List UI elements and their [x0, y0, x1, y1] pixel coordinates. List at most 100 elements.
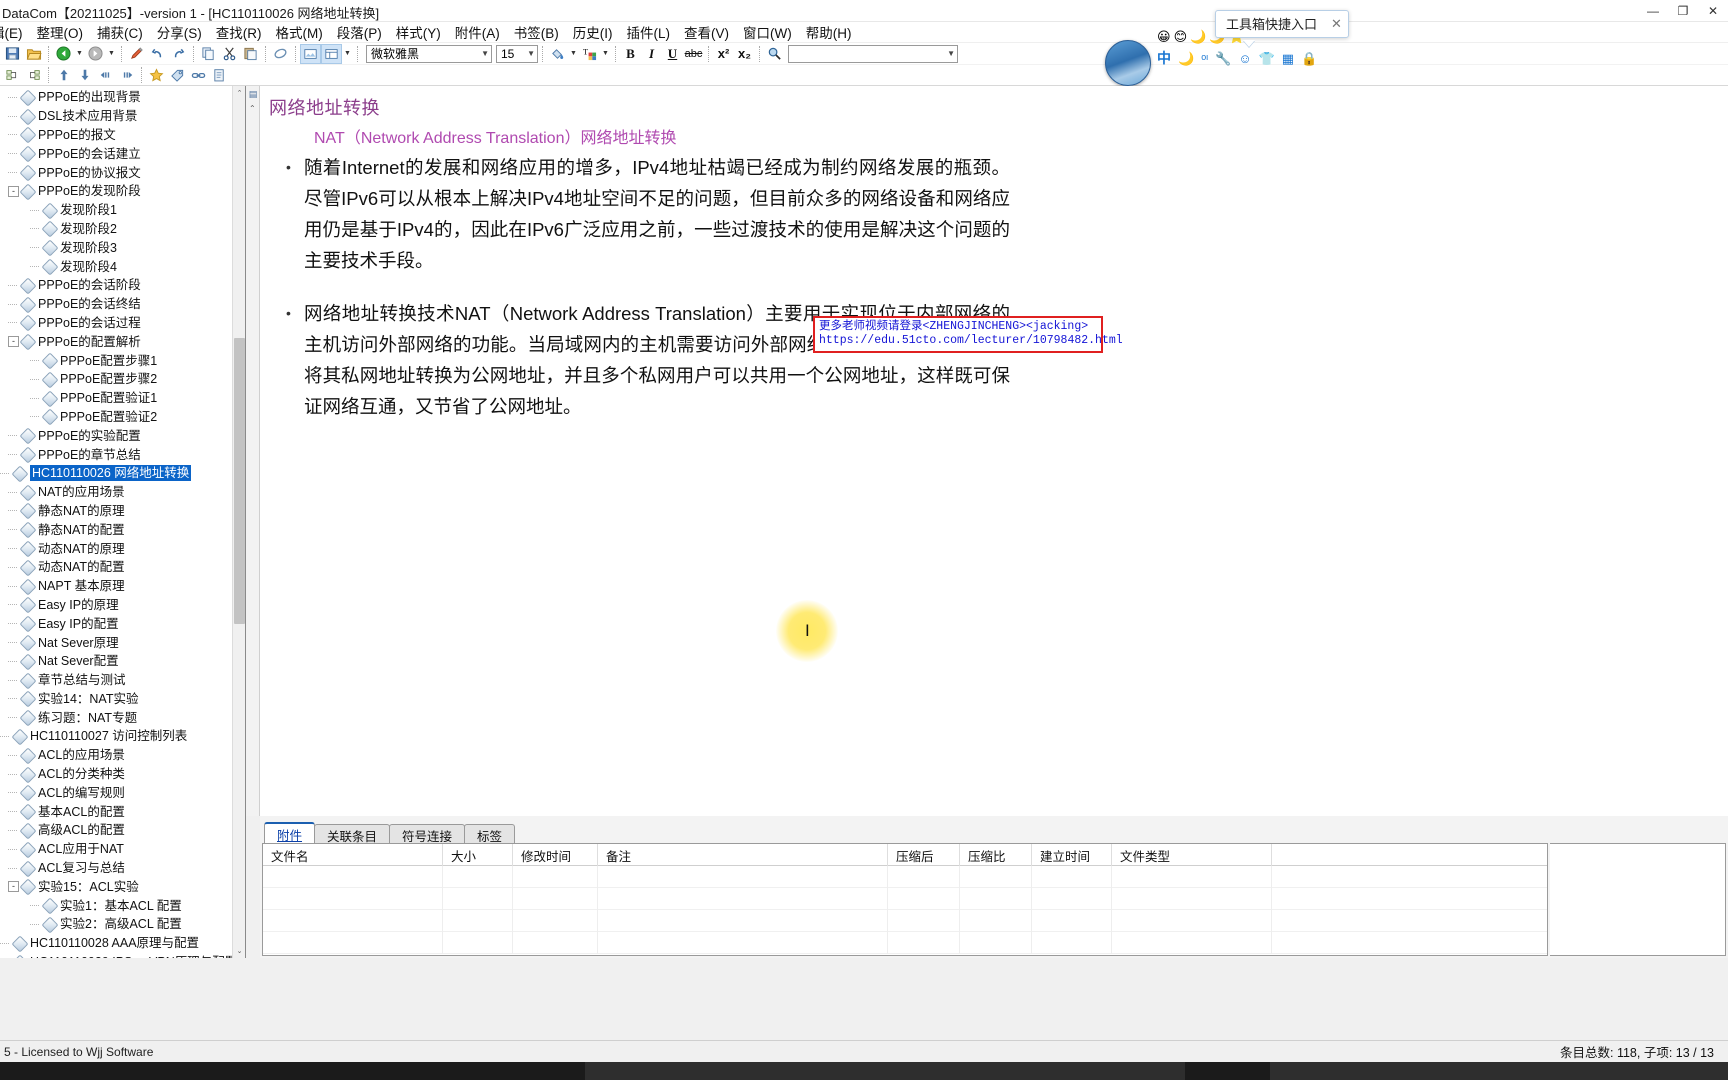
chevron-up-icon[interactable]: ⌃ — [249, 104, 256, 113]
tree-item[interactable]: ACL复习与总结 — [0, 859, 232, 878]
panel-tab-1[interactable]: 关联条目 — [314, 824, 391, 845]
grid-column-header[interactable]: 备注 — [598, 844, 888, 866]
ime-tool-icon-6[interactable]: ▦ — [1282, 52, 1294, 65]
table-row[interactable] — [263, 910, 1547, 932]
link-icon[interactable] — [188, 65, 209, 85]
panel-tab-0[interactable]: 附件 — [264, 822, 316, 845]
tree-item[interactable]: PPPoE的协议报文 — [0, 163, 232, 182]
demote-icon[interactable] — [116, 65, 137, 85]
tree-item[interactable]: PPPoE配置步骤1 — [0, 351, 232, 370]
menu-item-7[interactable]: 样式(Y) — [389, 20, 448, 45]
forward-icon[interactable] — [85, 44, 106, 64]
ime-tool-icon-1[interactable]: 🌙 — [1178, 52, 1194, 65]
tree-item[interactable]: 实验14：NAT实验 — [0, 690, 232, 709]
ime-tool-icon-3[interactable]: 🔧 — [1215, 52, 1231, 65]
ime-emoji-1[interactable]: 😊 — [1174, 30, 1188, 43]
font-color-dropdown-icon[interactable]: ▼ — [600, 44, 611, 64]
font-color-icon[interactable]: T — [579, 44, 600, 64]
tree-item[interactable]: 发现阶段1 — [0, 201, 232, 220]
ime-tool-icon-2[interactable]: ᵒᶦ — [1201, 52, 1208, 65]
tree-item[interactable]: PPPoE的章节总结 — [0, 445, 232, 464]
tree-item[interactable]: ACL应用于NAT — [0, 840, 232, 859]
grid-column-header[interactable]: 文件名 — [263, 844, 443, 866]
tree-item[interactable]: PPPoE的会话建立 — [0, 144, 232, 163]
menu-item-3[interactable]: 分享(S) — [150, 20, 209, 45]
menu-item-12[interactable]: 查看(V) — [677, 20, 736, 45]
grid-column-header[interactable]: 修改时间 — [513, 844, 598, 866]
maximize-button[interactable]: ❐ — [1668, 0, 1698, 22]
tree-item[interactable]: PPPoE配置步骤2 — [0, 370, 232, 389]
ime-emoji-0[interactable]: 😀 — [1157, 30, 1171, 43]
tree-expander-icon[interactable]: - — [8, 336, 19, 348]
save-icon[interactable] — [2, 44, 23, 64]
subscript-button[interactable]: x₂ — [734, 44, 755, 64]
menu-item-10[interactable]: 历史(I) — [566, 20, 620, 45]
tree-item[interactable]: 发现阶段3 — [0, 238, 232, 257]
scroll-down-icon[interactable]: ⌄ — [233, 944, 245, 958]
tree-item[interactable]: HC110110028 AAA原理与配置 — [0, 934, 232, 953]
menu-item-11[interactable]: 插件(L) — [620, 20, 678, 45]
menu-item-8[interactable]: 附件(A) — [448, 20, 507, 45]
close-icon[interactable]: ✕ — [1331, 16, 1342, 32]
underline-button[interactable]: U — [662, 44, 683, 64]
tree-item[interactable]: HC110110027 访问控制列表 — [0, 727, 232, 746]
menu-item-2[interactable]: 捕获(C) — [90, 20, 150, 45]
fill-color-dropdown-icon[interactable]: ▼ — [568, 44, 579, 64]
tag-icon[interactable] — [167, 65, 188, 85]
font-family-select[interactable]: 微软雅黑 ▼ — [366, 44, 492, 63]
ime-tool-icon-5[interactable]: 👕 — [1259, 52, 1275, 65]
document-page[interactable]: 网络地址转换 NAT（Network Address Translation）网… — [260, 86, 1728, 816]
menu-item-5[interactable]: 格式(M) — [269, 20, 330, 45]
font-size-select[interactable]: 15 ▼ — [496, 44, 538, 63]
table-row[interactable] — [263, 866, 1547, 888]
copy-icon[interactable] — [198, 44, 219, 64]
open-folder-icon[interactable] — [23, 44, 44, 64]
menu-item-0[interactable]: 辑(E) — [0, 20, 30, 45]
forward-dropdown-icon[interactable]: ▼ — [106, 44, 117, 64]
tree-item[interactable]: - PPPoE的发现阶段 — [0, 182, 232, 201]
tree-item[interactable]: ACL的应用场景 — [0, 746, 232, 765]
minimize-button[interactable]: — — [1638, 0, 1668, 22]
move-down-icon[interactable] — [74, 65, 95, 85]
ime-globe-icon[interactable] — [1105, 40, 1151, 86]
redo-icon[interactable] — [168, 44, 189, 64]
tree-item[interactable]: PPPoE的会话终结 — [0, 295, 232, 314]
expand-node-icon[interactable] — [23, 65, 44, 85]
tree-item[interactable]: PPPoE的报文 — [0, 126, 232, 145]
bold-button[interactable]: B — [620, 44, 641, 64]
scrollbar-thumb[interactable] — [234, 338, 245, 624]
grid-column-header[interactable]: 建立时间 — [1032, 844, 1112, 866]
tree-expander-icon[interactable]: - — [8, 881, 19, 893]
close-button[interactable]: ✕ — [1698, 0, 1728, 22]
grid-column-header[interactable]: 压缩后 — [888, 844, 960, 866]
menu-item-4[interactable]: 查找(R) — [209, 20, 269, 45]
grid-column-header[interactable]: 大小 — [443, 844, 513, 866]
menu-item-6[interactable]: 段落(P) — [330, 20, 389, 45]
tree-item[interactable]: DSL技术应用背景 — [0, 107, 232, 126]
tree-item[interactable]: PPPoE的会话阶段 — [0, 276, 232, 295]
search-icon[interactable] — [764, 44, 785, 64]
panel-tab-2[interactable]: 符号连接 — [389, 824, 466, 845]
tree-item[interactable]: Nat Sever原理 — [0, 633, 232, 652]
superscript-button[interactable]: x² — [713, 44, 734, 64]
tree-item[interactable]: Nat Sever配置 — [0, 652, 232, 671]
tree-item[interactable]: 章节总结与测试 — [0, 671, 232, 690]
layout-dropdown-icon[interactable]: ▼ — [342, 44, 353, 64]
attachment-icon[interactable] — [209, 65, 230, 85]
eraser-icon[interactable] — [270, 44, 291, 64]
layout-split-icon[interactable] — [321, 43, 342, 64]
back-dropdown-icon[interactable]: ▼ — [74, 44, 85, 64]
tree-item[interactable]: PPPoE的会话过程 — [0, 314, 232, 333]
tree-item[interactable]: 动态NAT的配置 — [0, 558, 232, 577]
collapse-node-icon[interactable] — [2, 65, 23, 85]
tree-item[interactable]: Easy IP的原理 — [0, 596, 232, 615]
menu-item-1[interactable]: 整理(O) — [30, 20, 91, 45]
undo-icon[interactable] — [147, 44, 168, 64]
tree-item[interactable]: 静态NAT的原理 — [0, 502, 232, 521]
pencil-icon[interactable] — [126, 44, 147, 64]
tree-item[interactable]: 实验1：基本ACL 配置 — [0, 896, 232, 915]
tree-item[interactable]: 发现阶段2 — [0, 220, 232, 239]
tree-item[interactable]: HC110110026 网络地址转换 — [0, 464, 232, 483]
table-row[interactable] — [263, 888, 1547, 910]
menu-item-13[interactable]: 窗口(W) — [736, 20, 799, 45]
